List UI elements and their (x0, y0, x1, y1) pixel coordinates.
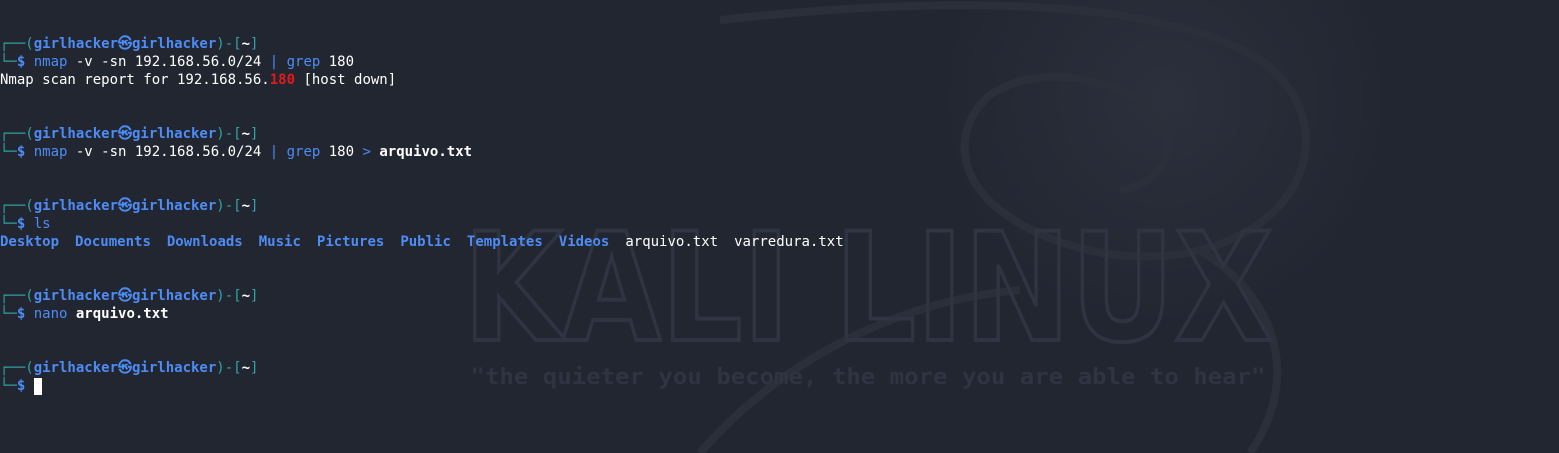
ls-entry-dir: Desktop (0, 234, 60, 250)
ls-entry-dir: Pictures (316, 234, 385, 250)
ls-entry-dir: Videos (558, 234, 610, 250)
command-line: └─$ nmap -v -sn 192.168.56.0/24 | grep 1… (0, 144, 473, 160)
ls-entry-dir: Downloads (166, 234, 243, 250)
nmap-output-line: Nmap scan report for 192.168.56.180 [hos… (0, 72, 397, 88)
command-line: └─$ nano arquivo.txt (0, 306, 169, 322)
ls-entry-dir: Documents (75, 234, 151, 250)
terminal-output[interactable]: ┌──(girlhacker㉿girlhacker)-[~] └─$ nmap … (0, 35, 1559, 395)
ls-entry-dir: Public (400, 234, 451, 250)
prompt-header: ┌──(girlhacker㉿girlhacker)-[~] (0, 288, 259, 304)
active-command-line[interactable]: └─$ (0, 377, 1559, 395)
ls-entry-file: varredura.txt (734, 234, 844, 250)
ls-entry-file: arquivo.txt (625, 234, 719, 250)
prompt-header: ┌──(girlhacker㉿girlhacker)-[~] (0, 36, 259, 52)
command-line: └─$ ls (0, 216, 51, 232)
ls-entry-dir: Templates (466, 234, 543, 250)
prompt-header: ┌──(girlhacker㉿girlhacker)-[~] (0, 198, 259, 214)
ls-output-line: Desktop Documents Downloads Music Pictures Pu… (0, 233, 1559, 251)
text-cursor[interactable] (33, 377, 42, 395)
command-line: └─$ nmap -v -sn 192.168.56.0/24 | grep 1… (0, 54, 355, 70)
ls-entry-dir: Music (258, 234, 301, 250)
prompt-header: ┌──(girlhacker㉿girlhacker)-[~] (0, 126, 259, 142)
prompt-header: ┌──(girlhacker㉿girlhacker)-[~] (0, 360, 259, 376)
